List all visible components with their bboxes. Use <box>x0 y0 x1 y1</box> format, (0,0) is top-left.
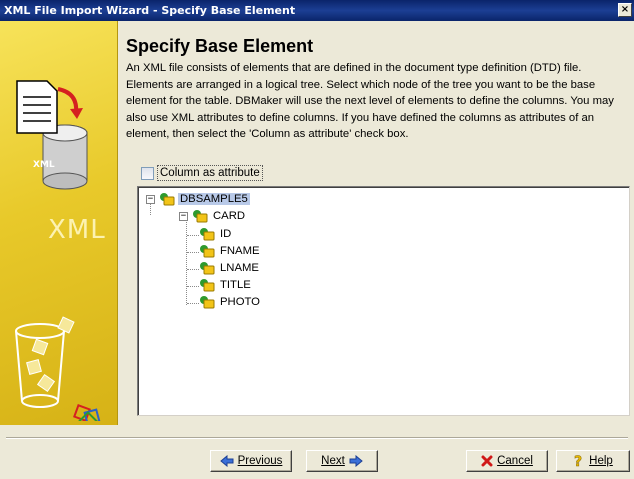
banner-xml-text: XML <box>48 215 106 245</box>
next-button-label: Next <box>321 455 345 467</box>
column-as-attribute-option[interactable]: Column as attribute <box>141 165 263 181</box>
banner-xml-small-text: XML <box>33 160 55 170</box>
cancel-button-label: Cancel <box>497 455 533 467</box>
close-window-button[interactable]: × <box>618 3 632 17</box>
tree-connector <box>186 219 187 305</box>
tree-node-root[interactable]: − DBSAMPLE5 <box>146 191 250 207</box>
next-button[interactable]: Next <box>306 450 378 472</box>
tree-node-label[interactable]: DBSAMPLE5 <box>178 193 250 205</box>
arrow-right-icon <box>349 455 363 467</box>
folder-icon <box>200 245 215 258</box>
tree-connector <box>187 252 199 253</box>
tree-node-label[interactable]: ID <box>218 228 233 240</box>
tree-node-label[interactable]: FNAME <box>218 245 262 257</box>
tree-node-card[interactable]: − CARD <box>179 208 247 224</box>
tree-node-label[interactable]: CARD <box>211 210 247 222</box>
tree-node-leaf[interactable]: PHOTO <box>199 294 262 310</box>
tree-node-leaf[interactable]: LNAME <box>199 260 261 276</box>
wizard-window: XML File Import Wizard - Specify Base El… <box>0 0 634 479</box>
collapse-toggle[interactable]: − <box>179 211 188 221</box>
footer-separator <box>6 437 628 439</box>
red-x-icon <box>481 455 493 467</box>
previous-button[interactable]: Previous <box>210 450 292 472</box>
tree-node-label[interactable]: PHOTO <box>218 296 262 308</box>
page-description: An XML file consists of elements that ar… <box>126 62 614 141</box>
tree-connector <box>187 303 199 304</box>
question-mark-icon: ? <box>574 454 583 468</box>
folder-icon <box>193 210 208 223</box>
window-title: XML File Import Wizard - Specify Base El… <box>4 4 296 17</box>
previous-button-label: Previous <box>237 455 283 467</box>
column-as-attribute-label[interactable]: Column as attribute <box>157 165 263 181</box>
tree-connector <box>187 235 199 236</box>
column-as-attribute-checkbox[interactable] <box>141 166 154 180</box>
scattered-blocks-icon <box>15 316 101 421</box>
tree-connector <box>187 269 199 270</box>
cancel-button[interactable]: Cancel <box>466 450 548 472</box>
svg-text:?: ? <box>574 454 582 468</box>
folder-icon <box>200 296 215 309</box>
folder-icon <box>200 279 215 292</box>
folder-icon <box>160 193 175 206</box>
tree-connector <box>187 286 199 287</box>
page-heading: Specify Base Element <box>126 36 314 56</box>
element-tree[interactable]: − DBSAMPLE5 − CARD ID FNAME LNAME TITLE … <box>137 186 630 416</box>
tree-node-leaf[interactable]: TITLE <box>199 277 253 293</box>
tree-node-leaf[interactable]: FNAME <box>199 243 262 259</box>
folder-icon <box>200 262 215 275</box>
collapse-toggle[interactable]: − <box>146 194 155 204</box>
help-button-label: Help <box>589 455 613 467</box>
title-bar: XML File Import Wizard - Specify Base El… <box>0 0 634 21</box>
database-document-icon <box>16 80 88 190</box>
tree-node-label[interactable]: TITLE <box>218 279 253 291</box>
wizard-banner: XML XML <box>0 21 118 425</box>
tree-node-label[interactable]: LNAME <box>218 262 261 274</box>
folder-icon <box>200 228 215 241</box>
help-button[interactable]: ? Help <box>556 450 630 472</box>
arrow-left-icon <box>219 455 234 467</box>
tree-node-leaf[interactable]: ID <box>199 226 233 242</box>
